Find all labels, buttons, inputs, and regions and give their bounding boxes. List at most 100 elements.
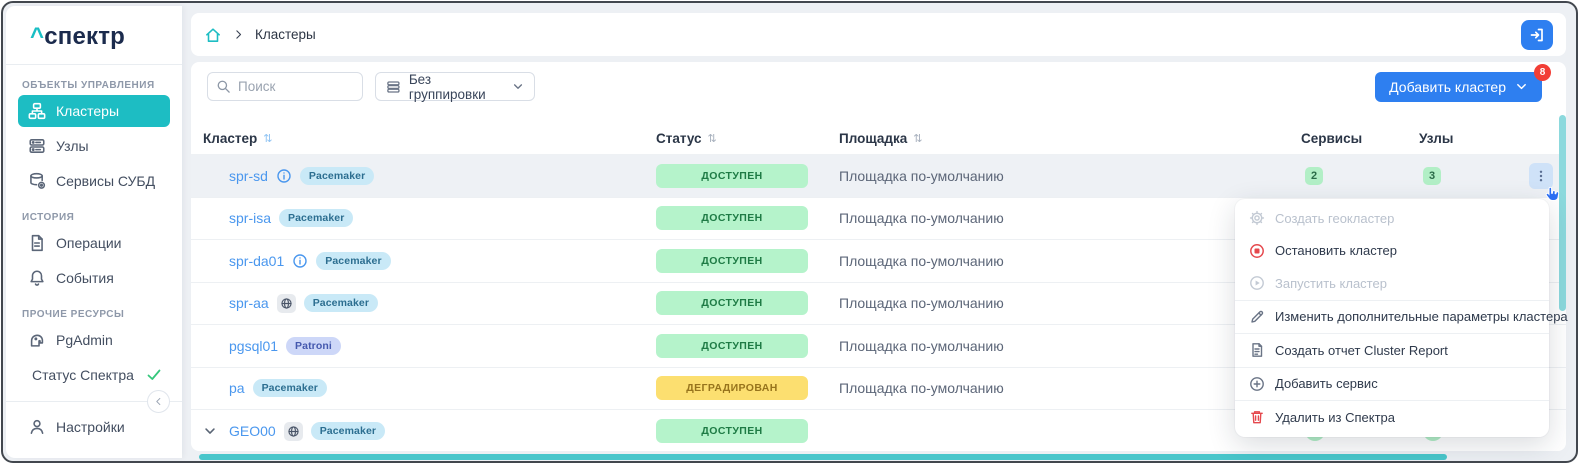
search-icon <box>216 79 231 94</box>
cluster-link[interactable]: GEO00 <box>229 423 276 439</box>
column-label: Сервисы <box>1301 131 1362 146</box>
menu-item-label: Изменить дополнительные параметры класте… <box>1275 309 1568 324</box>
column-header-cluster[interactable]: Кластер ⇅ <box>203 131 656 146</box>
sidebar-section-label: ИСТОРИЯ <box>22 212 182 223</box>
sort-icon[interactable]: ⇅ <box>913 132 922 145</box>
row-actions-menu-button[interactable] <box>1529 163 1553 189</box>
nodes-count-badge: 3 <box>1423 167 1441 185</box>
sidebar-collapse-button[interactable] <box>147 390 170 413</box>
sidebar-item-spektr-status[interactable]: Статус Спектра <box>18 359 170 391</box>
globe-icon <box>284 422 303 441</box>
menu-item-label: Запустить кластер <box>1275 276 1387 291</box>
logout-icon <box>1529 27 1545 43</box>
info-icon[interactable] <box>276 168 292 184</box>
pgadmin-icon <box>28 331 46 349</box>
sort-icon[interactable]: ⇅ <box>708 132 717 145</box>
status-badge: ДОСТУПЕН <box>656 419 808 443</box>
cluster-link[interactable]: pgsql01 <box>229 338 278 354</box>
sidebar-item-events[interactable]: События <box>18 262 170 294</box>
sidebar-item-label: Настройки <box>56 419 125 435</box>
menu-item-start-cluster: Запустить кластер <box>1235 267 1549 300</box>
menu-item-add-service[interactable]: Добавить сервис <box>1235 368 1549 401</box>
column-label: Статус <box>656 131 702 146</box>
sidebar-item-clusters[interactable]: Кластеры <box>18 95 170 127</box>
chevron-down-icon <box>512 80 524 93</box>
events-icon <box>28 269 46 287</box>
sidebar-footer: Настройки <box>6 401 182 454</box>
info-icon[interactable] <box>292 253 308 269</box>
chevron-left-icon <box>153 396 164 407</box>
menu-item-label: Создать отчет Cluster Report <box>1275 343 1448 358</box>
sidebar-item-nodes[interactable]: Узлы <box>18 130 170 162</box>
cluster-link[interactable]: spr-aa <box>229 295 269 311</box>
cluster-type-badge: Pacemaker <box>253 379 327 397</box>
sidebar-section-label: ПРОЧИЕ РЕСУРСЫ <box>22 309 182 320</box>
gear-icon <box>1249 210 1265 226</box>
grouping-value: Без группировки <box>409 72 504 102</box>
menu-item-edit-cluster-params[interactable]: Изменить дополнительные параметры класте… <box>1235 301 1549 334</box>
sidebar-item-pgadmin[interactable]: PgAdmin <box>18 324 170 356</box>
cluster-link[interactable]: pa <box>229 380 245 396</box>
status-badge: ДЕГРАДИРОВАН <box>656 376 808 400</box>
menu-item-stop-cluster[interactable]: Остановить кластер <box>1235 235 1549 268</box>
stop-icon <box>1249 243 1265 259</box>
menu-item-label: Добавить сервис <box>1275 376 1378 391</box>
cluster-link[interactable]: spr-da01 <box>229 253 284 269</box>
horizontal-scrollbar[interactable] <box>199 454 1447 460</box>
pencil-icon <box>1249 309 1265 325</box>
app-window: ^спектр ОБЪЕКТЫ УПРАВЛЕНИЯ Кластеры Узлы Се… <box>1 1 1578 463</box>
menu-item-label: Создать геокластер <box>1275 211 1394 226</box>
database-icon <box>28 172 46 190</box>
site-cell: Площадка по-умолчанию <box>839 295 1301 311</box>
play-icon <box>1249 275 1265 291</box>
column-header-site[interactable]: Площадка⇅ <box>839 131 1301 146</box>
logout-button[interactable] <box>1521 20 1553 50</box>
cluster-type-badge: Pacemaker <box>279 209 353 227</box>
nodes-cell: 3 <box>1419 167 1529 185</box>
breadcrumb-page: Кластеры <box>255 27 316 42</box>
logo: ^спектр <box>6 6 182 65</box>
column-header-status[interactable]: Статус ⇅ <box>656 131 839 146</box>
menu-item-label: Остановить кластер <box>1275 243 1397 258</box>
cluster-link[interactable]: spr-isa <box>229 210 271 226</box>
breadcrumb: Кластеры <box>191 13 1566 56</box>
sidebar-item-label: Сервисы СУБД <box>56 173 155 189</box>
status-badge: ДОСТУПЕН <box>656 206 808 230</box>
menu-item-cluster-report[interactable]: Создать отчет Cluster Report <box>1235 334 1549 367</box>
vertical-scrollbar[interactable] <box>1559 115 1566 311</box>
sidebar-item-label: События <box>56 270 114 286</box>
menu-item-label: Удалить из Спектра <box>1275 410 1395 425</box>
site-cell: Площадка по-умолчанию <box>839 168 1301 184</box>
trash-icon <box>1249 409 1265 425</box>
services-cell: 2 <box>1301 167 1419 185</box>
menu-item-create-geocluster: Создать геокластер <box>1235 202 1549 235</box>
add-cluster-button[interactable]: Добавить кластер 8 <box>1375 72 1542 102</box>
toolbar: Без группировки Добавить кластер 8 <box>191 62 1566 102</box>
column-header-services: Сервисы <box>1301 131 1419 146</box>
home-icon[interactable] <box>204 26 222 44</box>
site-cell: Площадка по-умолчанию <box>839 380 1301 396</box>
add-cluster-label: Добавить кластер <box>1389 79 1506 95</box>
sort-icon[interactable]: ⇅ <box>263 132 272 145</box>
menu-item-delete-from-spektr[interactable]: Удалить из Спектра <box>1235 401 1549 434</box>
column-label: Узлы <box>1419 131 1453 146</box>
status-badge: ДОСТУПЕН <box>656 291 808 315</box>
sidebar-item-label: Кластеры <box>56 103 119 119</box>
row-expander[interactable] <box>203 424 221 438</box>
sidebar-section-label: ОБЪЕКТЫ УПРАВЛЕНИЯ <box>22 80 182 91</box>
user-icon <box>28 418 46 436</box>
cluster-type-badge: Pacemaker <box>311 422 385 440</box>
search-box <box>207 72 363 101</box>
services-count-badge: 2 <box>1305 167 1323 185</box>
cluster-link[interactable]: spr-sd <box>229 168 268 184</box>
sidebar-item-db-services[interactable]: Сервисы СУБД <box>18 165 170 197</box>
grouping-select[interactable]: Без группировки <box>375 72 535 101</box>
chevron-down-icon <box>1515 80 1528 93</box>
cluster-type-badge: Pacemaker <box>316 252 390 270</box>
sidebar-item-operations[interactable]: Операции <box>18 227 170 259</box>
chevron-right-icon <box>232 28 245 41</box>
sidebar-item-settings[interactable]: Настройки <box>18 411 170 443</box>
column-label: Кластер <box>203 131 257 146</box>
cluster-type-badge: Pacemaker <box>304 294 378 312</box>
mouse-cursor-pointer <box>1544 186 1562 204</box>
